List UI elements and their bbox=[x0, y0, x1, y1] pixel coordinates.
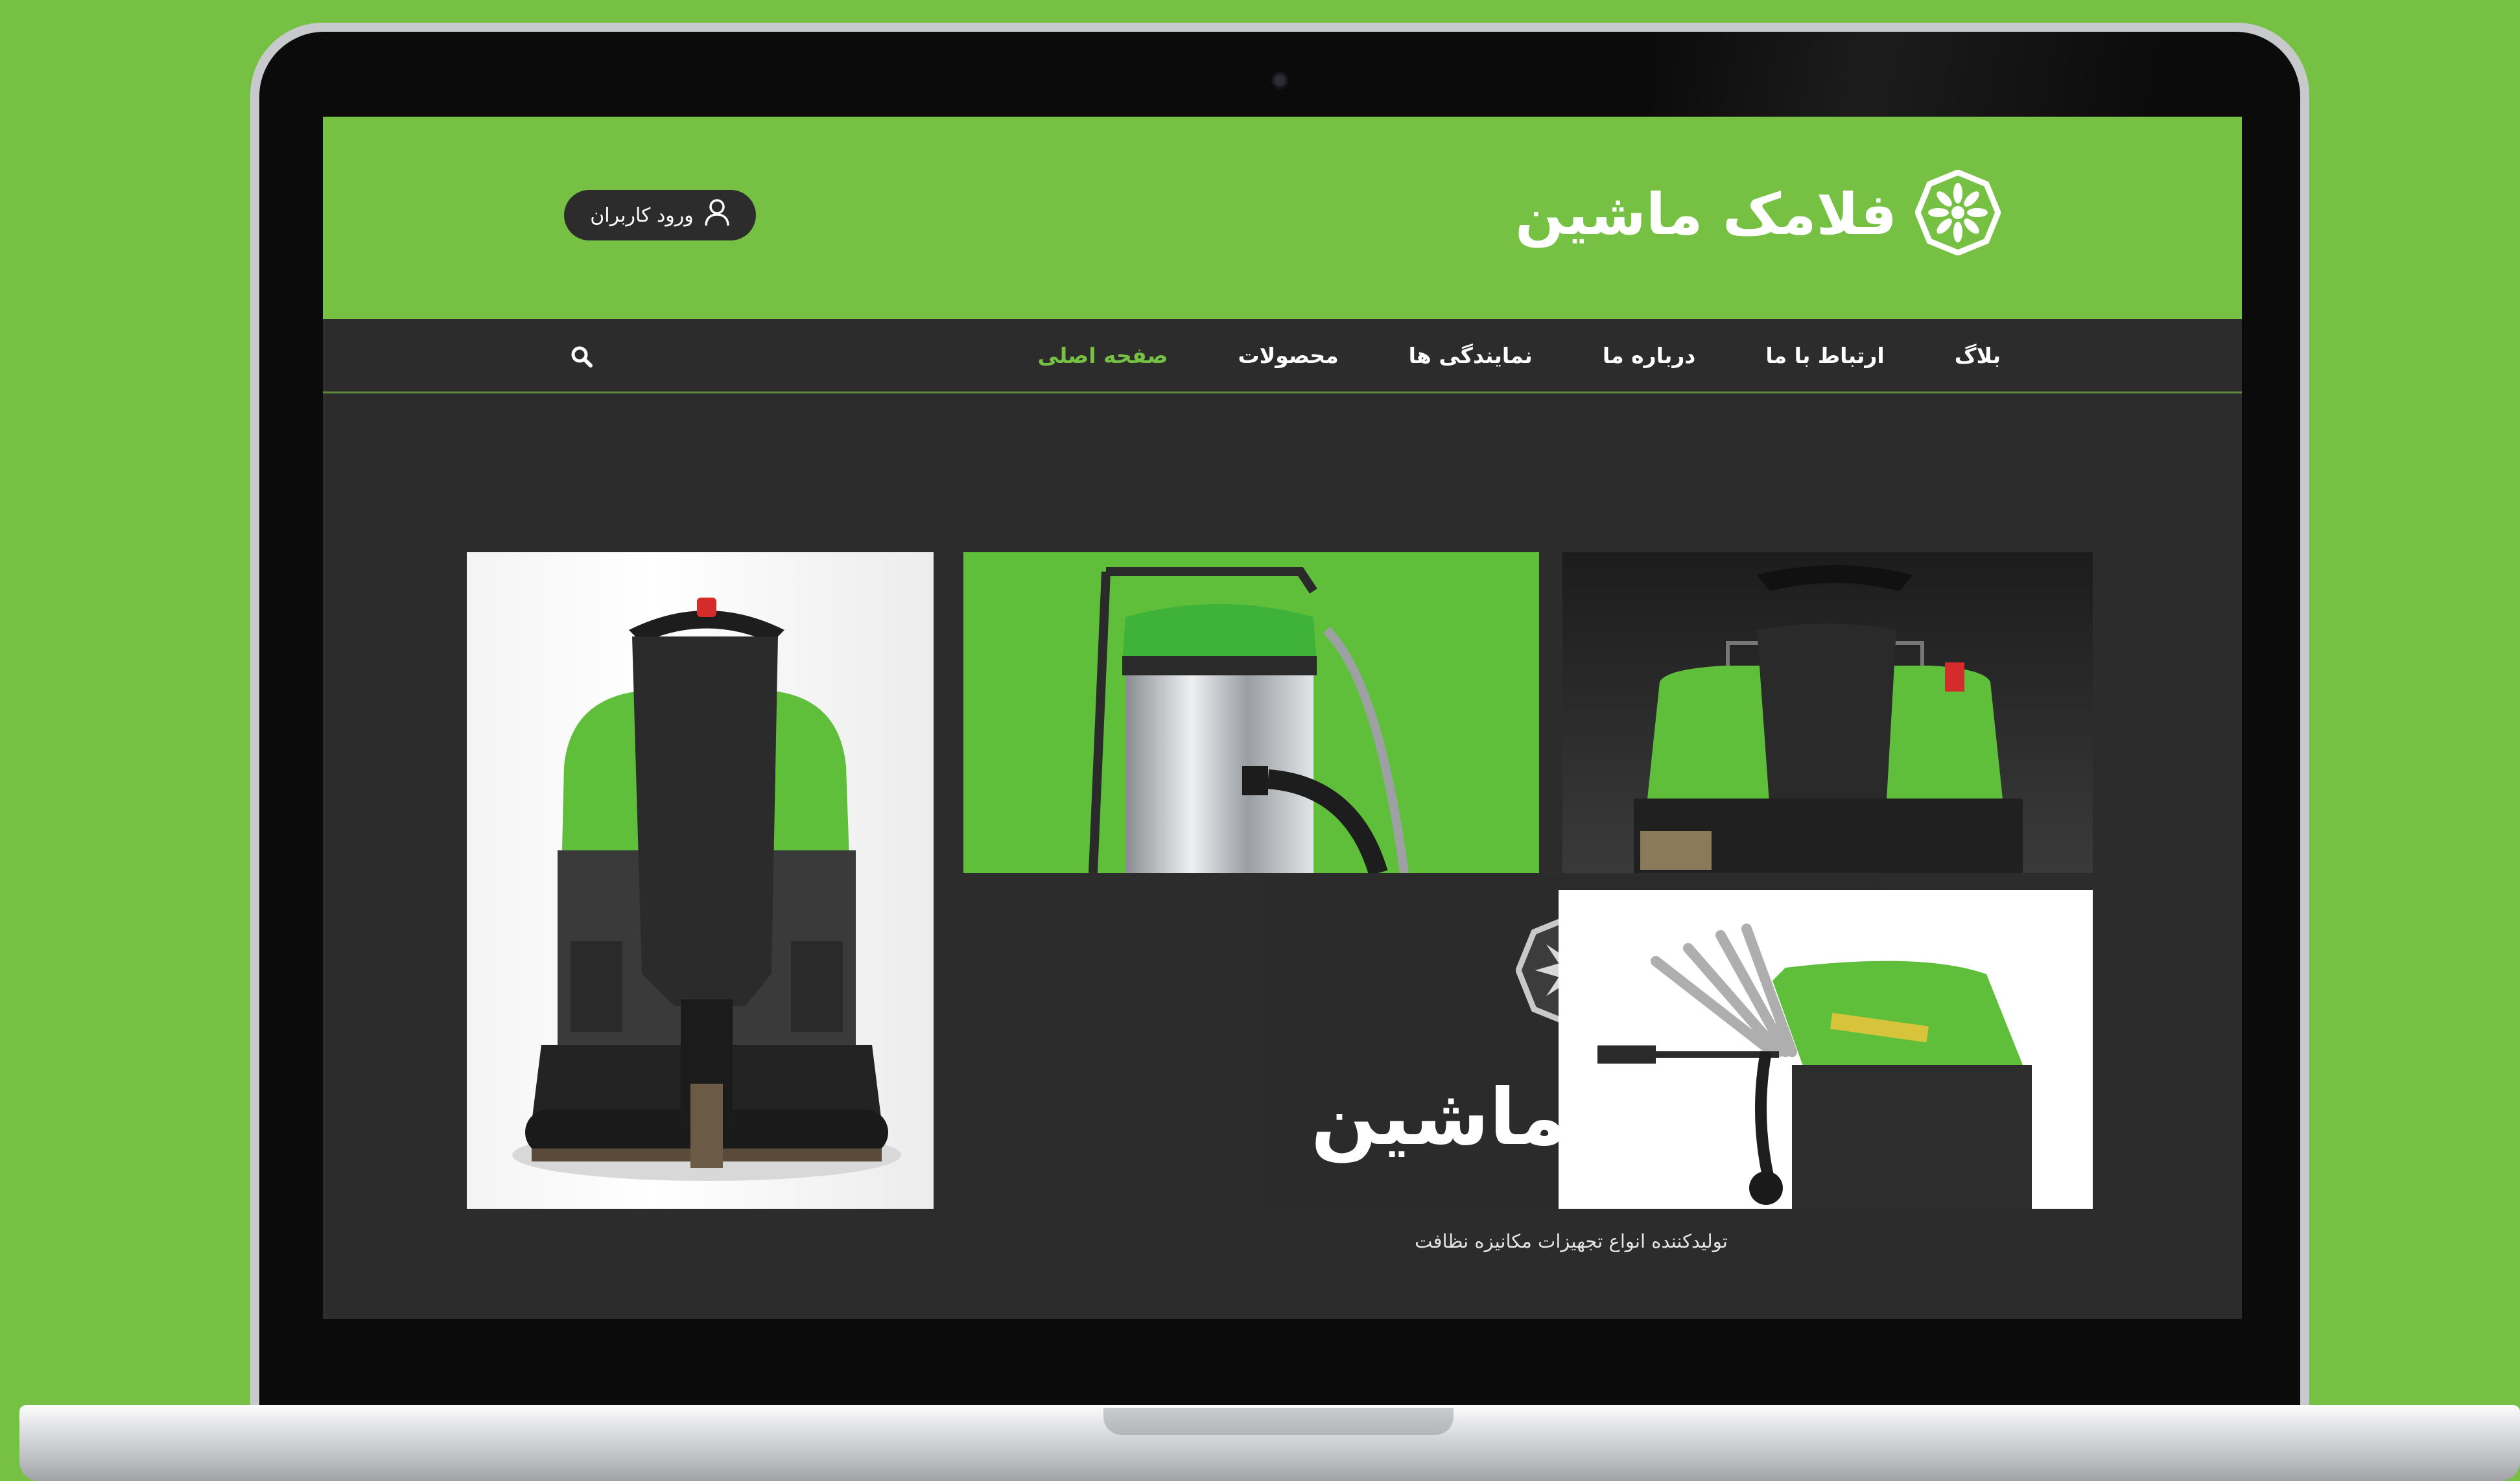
site-header: فلامک ماشین ورود کاربران bbox=[323, 117, 2242, 319]
nav-item-home[interactable]: صفحه اصلی bbox=[1038, 343, 1168, 368]
camera-icon bbox=[1271, 72, 1288, 89]
search-icon[interactable] bbox=[570, 345, 593, 368]
product-image-ride-on-scrubber-rear[interactable] bbox=[467, 552, 934, 1209]
website-screen: فلامک ماشین ورود کاربران صفحه اصلی محصول… bbox=[323, 117, 2242, 1319]
logo-text: فلامک ماشین bbox=[1515, 180, 1898, 248]
nav-item-dealers[interactable]: نمایندگی ها bbox=[1409, 343, 1533, 368]
logo-icon bbox=[1914, 169, 2001, 258]
nav-item-products[interactable]: محصولات bbox=[1238, 343, 1338, 368]
login-label: ورود کاربران bbox=[590, 204, 694, 227]
user-icon bbox=[704, 198, 730, 232]
nav-items: صفحه اصلی محصولات نمایندگی ها درباره ما … bbox=[1038, 319, 2001, 391]
nav-item-blog[interactable]: بلاگ bbox=[1955, 343, 2001, 368]
nav-item-about[interactable]: درباره ما bbox=[1603, 343, 1696, 368]
site-logo[interactable]: فلامک ماشین bbox=[1515, 169, 2001, 258]
nav-item-contact[interactable]: ارتباط با ما bbox=[1765, 343, 1884, 368]
product-image-wet-dry-vacuum[interactable] bbox=[963, 552, 1539, 873]
main-nav: صفحه اصلی محصولات نمایندگی ها درباره ما … bbox=[323, 319, 2242, 393]
brand-tagline: تولیدکننده انواع تجهیزات مکانیزه نظافت bbox=[1415, 1230, 1728, 1252]
product-image-walk-behind-scrubber[interactable] bbox=[1559, 890, 2093, 1209]
login-button[interactable]: ورود کاربران bbox=[564, 190, 756, 240]
laptop-base-notch bbox=[1103, 1408, 1454, 1435]
product-image-ride-on-scrubber-front[interactable] bbox=[1562, 552, 2093, 873]
